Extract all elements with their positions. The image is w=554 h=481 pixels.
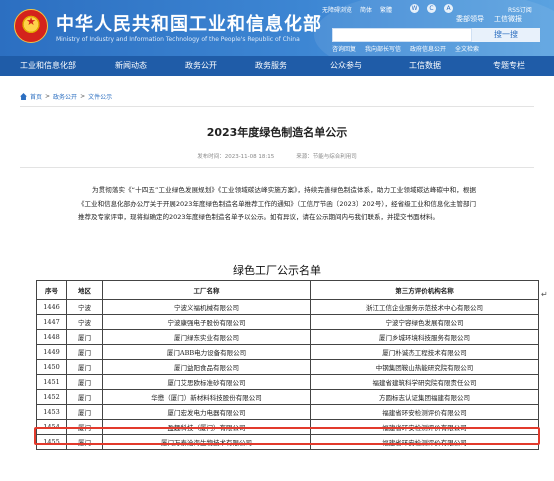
row-index: 1448: [36, 329, 67, 345]
row-region: 厦门: [66, 329, 103, 345]
breadcrumb-separator: >: [45, 93, 51, 100]
row-index: 1450: [36, 359, 67, 375]
row-factory: 华懋（厦门）新材料科技股份有限公司: [102, 389, 311, 405]
traditional-link[interactable]: 繁體: [380, 5, 392, 14]
row-region: 宁波: [66, 299, 103, 315]
quick-link[interactable]: 咨询回复: [332, 44, 356, 53]
site-subtitle: Ministry of Industry and Information Tec…: [56, 36, 300, 43]
row-index: 1447: [36, 314, 67, 330]
row-evaluator: 浙江工信企业服务示范技术中心有限公司: [310, 299, 539, 315]
nav-item-gov-services[interactable]: 政务服务: [236, 56, 306, 76]
table-title: 绿色工厂公示名单: [233, 264, 321, 277]
factory-list-table: 序号 地区 工厂名称 第三方评价机构名称 1446 宁波 宁波义福机械有限公司 …: [36, 280, 539, 450]
row-factory: 宁波义福机械有限公司: [102, 299, 311, 315]
site-header: ★ 中华人民共和国工业和信息化部 Ministry of Industry an…: [0, 0, 554, 56]
page-title: 2023年度绿色制造名单公示: [206, 126, 348, 139]
row-region: 厦门: [66, 374, 103, 390]
nav-item-gov-affairs[interactable]: 政务公开: [166, 56, 236, 76]
quick-links-bottom: 咨询回复 我向部长写信 政府信息公开 全文检索: [332, 44, 479, 53]
nav-item-home[interactable]: 工业和信息化部: [0, 56, 96, 76]
highlight-box: [34, 427, 540, 445]
row-region: 厦门: [66, 389, 103, 405]
quick-link[interactable]: 委部领导: [456, 14, 484, 24]
table-row: 1449 厦门 厦门ABB电力设备有限公司 厦门朴诚杰工程技术有限公司: [36, 344, 539, 360]
search-button[interactable]: 搜一搜: [472, 28, 540, 42]
breadcrumb: 首页 > 政务公开 > 文件公示: [20, 92, 112, 101]
row-evaluator: 厦门乡城环境科技服务有限公司: [310, 329, 539, 345]
breadcrumb-home[interactable]: 首页: [30, 92, 42, 101]
main-nav: 工业和信息化部 新闻动态 政务公开 政务服务 公众参与 工信数据 专题专栏: [0, 56, 554, 76]
column-header-evaluator: 第三方评价机构名称: [310, 280, 539, 300]
column-header-index: 序号: [36, 280, 67, 300]
nav-item-data[interactable]: 工信数据: [386, 56, 464, 76]
nav-item-participation[interactable]: 公众参与: [306, 56, 386, 76]
row-region: 厦门: [66, 404, 103, 420]
row-factory: 厦门宏发电力电器有限公司: [102, 404, 311, 420]
quick-link[interactable]: 工信微报: [494, 14, 522, 24]
table-row: 1450 厦门 厦门益阳食品有限公司 中钢集团鞍山热能研究院有限公司: [36, 359, 539, 375]
row-region: 宁波: [66, 314, 103, 330]
table-row-highlighted: 1453 厦门 厦门宏发电力电器有限公司 福建省环安检测评价有限公司: [36, 404, 539, 420]
row-factory: 宁波康强电子股份有限公司: [102, 314, 311, 330]
breadcrumb-notices[interactable]: 文件公示: [88, 92, 112, 101]
row-index: 1449: [36, 344, 67, 360]
row-index: 1452: [36, 389, 67, 405]
breadcrumb-separator: >: [80, 93, 86, 100]
wechat-icon[interactable]: C: [427, 4, 436, 13]
article-source: 来源：节能与综合利用司: [296, 154, 357, 160]
social-icons: W C A: [410, 4, 453, 13]
table-row: 1448 厦门 厦门绿东实业有限公司 厦门乡城环境科技服务有限公司: [36, 329, 539, 345]
accessibility-link[interactable]: 无障碍浏览: [322, 5, 352, 14]
article-body: 为贯彻落实《“十四五”工业绿色发展规划》《工业领域碳达峰实施方案》，持续完善绿色…: [78, 186, 476, 221]
row-factory: 厦门绿东实业有限公司: [102, 329, 311, 345]
table-row: 1446 宁波 宁波义福机械有限公司 浙江工信企业服务示范技术中心有限公司: [36, 299, 539, 315]
row-factory: 厦门艾思欧标准砂有限公司: [102, 374, 311, 390]
row-evaluator: 福建省建筑科学研究院有限责任公司: [310, 374, 539, 390]
column-header-factory: 工厂名称: [102, 280, 311, 300]
row-region: 厦门: [66, 344, 103, 360]
row-region: 厦门: [66, 359, 103, 375]
row-evaluator: 厦门朴诚杰工程技术有限公司: [310, 344, 539, 360]
row-index: 1453: [36, 404, 67, 420]
weibo-icon[interactable]: W: [410, 4, 419, 13]
breadcrumb-gov-affairs[interactable]: 政务公开: [53, 92, 77, 101]
emblem-icon[interactable]: ★: [14, 9, 48, 43]
table-row: 1451 厦门 厦门艾思欧标准砂有限公司 福建省建筑科学研究院有限责任公司: [36, 374, 539, 390]
paragraph-mark-icon: ↵: [541, 290, 548, 299]
quick-link[interactable]: 全文检索: [455, 44, 479, 53]
row-evaluator: 方圆标志认证集团福建有限公司: [310, 389, 539, 405]
publish-time: 发布时间：2023-11-08 18:15: [197, 154, 275, 160]
app-icon[interactable]: A: [444, 4, 453, 13]
row-index: 1451: [36, 374, 67, 390]
table-header-row: 序号 地区 工厂名称 第三方评价机构名称: [36, 280, 539, 300]
divider: [20, 167, 534, 168]
nav-item-special[interactable]: 专题专栏: [464, 56, 554, 76]
simplified-link[interactable]: 简体: [360, 5, 372, 14]
site-title[interactable]: 中华人民共和国工业和信息化部: [56, 10, 322, 36]
nav-item-news[interactable]: 新闻动态: [96, 56, 166, 76]
row-factory: 厦门ABB电力设备有限公司: [102, 344, 311, 360]
row-evaluator: 福建省环安检测评价有限公司: [310, 404, 539, 420]
table-row: 1447 宁波 宁波康强电子股份有限公司 宁波宁容绿色发展有限公司: [36, 314, 539, 330]
top-links: 无障碍浏览 简体 繁體: [322, 5, 392, 14]
article-meta: 发布时间：2023-11-08 18:15 来源：节能与综合利用司: [0, 152, 554, 160]
row-evaluator: 中钢集团鞍山热能研究院有限公司: [310, 359, 539, 375]
quick-link[interactable]: 政府信息公开: [410, 44, 446, 53]
row-factory: 厦门益阳食品有限公司: [102, 359, 311, 375]
quick-link[interactable]: 我向部长写信: [365, 44, 401, 53]
column-header-region: 地区: [66, 280, 103, 300]
quick-links-top: 委部领导 工信微报: [456, 14, 522, 24]
home-icon: [20, 93, 27, 100]
table-row: 1452 厦门 华懋（厦门）新材料科技股份有限公司 方圆标志认证集团福建有限公司: [36, 389, 539, 405]
row-evaluator: 宁波宁容绿色发展有限公司: [310, 314, 539, 330]
rss-link[interactable]: RSS订阅: [508, 5, 532, 14]
divider: [20, 106, 534, 107]
search-input[interactable]: [332, 28, 472, 42]
row-index: 1446: [36, 299, 67, 315]
